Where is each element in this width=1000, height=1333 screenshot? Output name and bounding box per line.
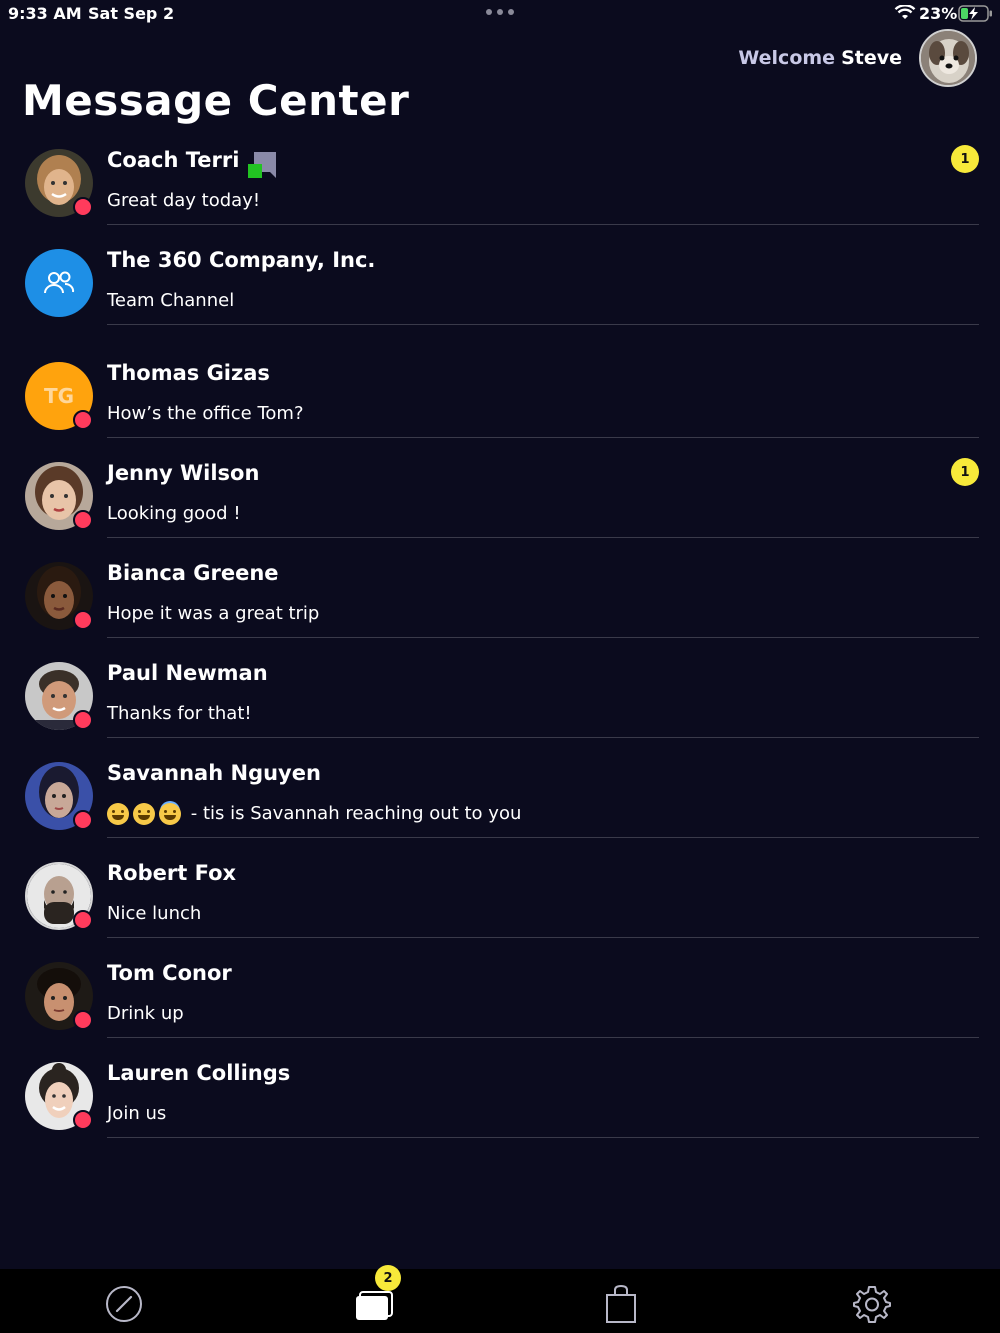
online-status-dot (73, 510, 93, 530)
avatar (25, 962, 93, 1030)
welcome-label: Welcome (738, 47, 836, 69)
tab-dashboard[interactable] (99, 1279, 149, 1329)
divider (107, 837, 979, 838)
message-preview: - tis is Savannah reaching out to you (107, 803, 521, 825)
avatar (25, 662, 93, 730)
shop-bag-icon (606, 1284, 636, 1323)
online-status-dot (73, 910, 93, 930)
tab-shop[interactable] (596, 1279, 646, 1329)
conversation-row[interactable]: Savannah Nguyen - tis is Savannah reachi… (0, 753, 1000, 853)
contact-name: Coach Terri (107, 148, 240, 172)
avatar (25, 562, 93, 630)
settings-icon (853, 1286, 891, 1323)
divider (107, 637, 979, 638)
conversation-row[interactable]: Jenny Wilson Looking good ! 1 (0, 453, 1000, 553)
messages-badge: 2 (375, 1265, 401, 1291)
online-status-dot (73, 710, 93, 730)
contact-name: The 360 Company, Inc. (107, 248, 376, 272)
message-preview: Nice lunch (107, 903, 202, 924)
avatar (25, 149, 93, 217)
user-name: Steve (841, 47, 902, 69)
conversation-row[interactable]: Robert Fox Nice lunch (0, 853, 1000, 953)
online-status-dot (73, 810, 93, 830)
contact-name: Tom Conor (107, 961, 232, 985)
conversation-row[interactable]: Coach Terri Great day today! 1 (0, 140, 1000, 240)
conversation-row[interactable]: Bianca Greene Hope it was a great trip (0, 553, 1000, 653)
message-preview: Join us (107, 1103, 167, 1124)
online-status-dot (73, 1110, 93, 1130)
message-preview: Great day today! (107, 190, 261, 211)
battery-charging-icon (958, 5, 992, 22)
status-time: 9:33 AM (8, 4, 82, 23)
grin-emoji-icon (107, 803, 129, 825)
conversation-row[interactable]: Tom Conor Drink up (0, 953, 1000, 1053)
conversation-row[interactable]: TG Thomas Gizas How’s the office Tom? (0, 353, 1000, 453)
message-preview: Team Channel (107, 290, 235, 311)
message-preview: Hope it was a great trip (107, 603, 320, 624)
halo-emoji-icon (159, 803, 181, 825)
tab-settings[interactable] (847, 1279, 897, 1329)
dashboard-icon (106, 1286, 142, 1322)
avatar (25, 762, 93, 830)
online-status-dot (73, 197, 93, 217)
message-preview: Thanks for that! (107, 703, 252, 724)
wifi-icon (894, 5, 916, 19)
user-avatar[interactable] (919, 29, 977, 87)
flag-icon (248, 152, 276, 178)
contact-name: Bianca Greene (107, 561, 279, 585)
avatar: TG (25, 362, 93, 430)
contact-name: Lauren Collings (107, 1061, 291, 1085)
contact-name: Robert Fox (107, 861, 237, 885)
avatar (25, 1062, 93, 1130)
status-bar: 9:33 AM Sat Sep 2 23% (0, 0, 1000, 26)
online-status-dot (73, 610, 93, 630)
conversation-row[interactable]: Lauren Collings Join us (0, 1053, 1000, 1153)
avatar (25, 862, 93, 930)
page-title: Message Center (22, 76, 410, 125)
contact-name: Paul Newman (107, 661, 268, 685)
contact-name: Savannah Nguyen (107, 761, 321, 785)
message-preview: Drink up (107, 1003, 184, 1024)
divider (107, 324, 979, 325)
contact-name: Jenny Wilson (107, 461, 260, 485)
message-preview: Looking good ! (107, 503, 241, 524)
divider (107, 937, 979, 938)
team-icon (44, 271, 75, 294)
divider (107, 224, 979, 225)
unread-badge: 1 (951, 458, 979, 486)
avatar (25, 249, 93, 317)
divider (107, 437, 979, 438)
conversation-row[interactable]: Paul Newman Thanks for that! (0, 653, 1000, 753)
yum-emoji-icon (133, 803, 155, 825)
conversation-row[interactable]: The 360 Company, Inc. Team Channel (0, 240, 1000, 340)
welcome-text: Welcome Steve (738, 47, 902, 69)
tab-bar (0, 1269, 1000, 1333)
divider (107, 1137, 979, 1138)
unread-badge: 1 (951, 145, 979, 173)
divider (107, 1037, 979, 1038)
multitasking-dots-icon[interactable] (486, 9, 514, 15)
message-preview-text: - tis is Savannah reaching out to you (190, 803, 522, 824)
divider (107, 737, 979, 738)
message-preview: How’s the office Tom? (107, 403, 304, 424)
avatar (25, 462, 93, 530)
online-status-dot (73, 410, 93, 430)
online-status-dot (73, 1010, 93, 1030)
status-date: Sat Sep 2 (88, 4, 175, 23)
contact-name: Thomas Gizas (107, 361, 270, 385)
battery-percent: 23% (919, 4, 958, 23)
divider (107, 537, 979, 538)
